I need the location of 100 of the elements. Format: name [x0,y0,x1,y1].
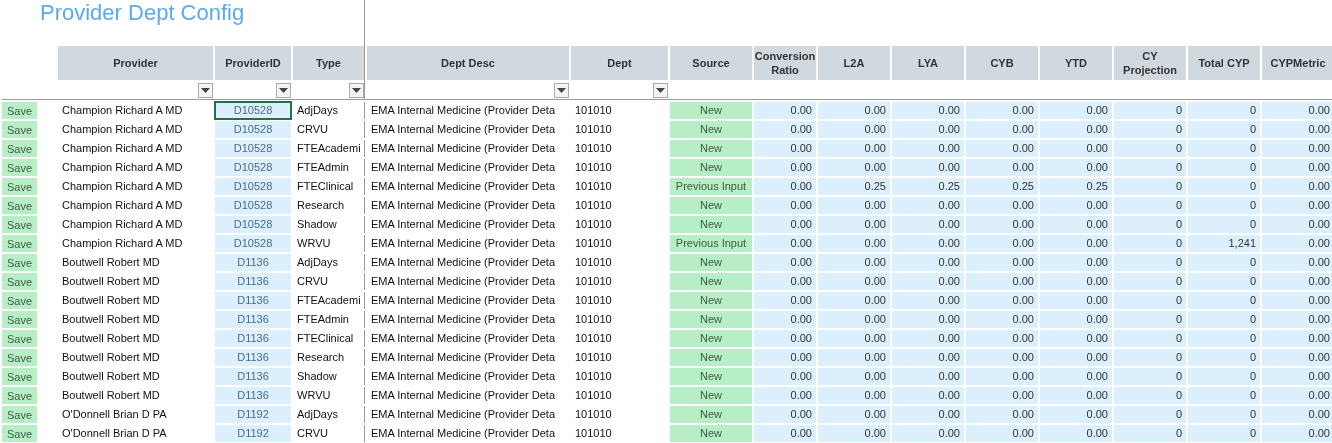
table-cell-text: EMA Internal Medicine (Provider Deta [370,312,557,327]
table-cell-text: EMA Internal Medicine (Provider Deta [370,141,557,156]
save-button[interactable]: Save [2,102,37,119]
dropdown-arrow-icon [352,88,361,93]
source-cell: New [670,368,752,385]
value-cell: 0.00 [818,216,890,233]
provider-id-cell[interactable]: D10528 [215,178,291,195]
save-button[interactable]: Save [2,273,37,290]
table-cell: WRVU [293,235,365,252]
value-cell: 0.00 [1040,349,1112,366]
save-button[interactable]: Save [2,311,37,328]
value-cell: 0 [1188,292,1260,309]
value-cell: 0 [1188,406,1260,423]
column-header: Source [670,46,752,80]
filter-dropdown-button[interactable] [349,83,364,98]
value-cell: 0.00 [818,387,890,404]
value-cell: 0 [1114,349,1186,366]
source-cell: New [670,425,752,442]
value-cell: 0.00 [818,197,890,214]
value-cell: 0.00 [818,235,890,252]
provider-id-cell[interactable]: D10528 [215,216,291,233]
column-header: Dept [571,46,668,80]
value-cell: 0.00 [966,102,1038,119]
filter-dropdown-button[interactable] [653,83,668,98]
value-cell: 0 [1188,349,1260,366]
source-cell: New [670,406,752,423]
save-button[interactable]: Save [2,197,37,214]
source-cell: New [670,197,752,214]
save-button[interactable]: Save [2,330,37,347]
table-cell-text: Boutwell Robert MD [61,293,161,308]
value-cell: 0.00 [754,121,816,138]
value-cell: 0.00 [754,273,816,290]
table-cell-text: 101010 [574,331,613,346]
value-cell: 0.00 [754,235,816,252]
table-cell-text: 101010 [574,407,613,422]
source-cell: New [670,254,752,271]
provider-id-cell[interactable]: D1192 [215,406,291,423]
value-cell: 0.00 [966,121,1038,138]
filter-dropdown-button[interactable] [554,83,569,98]
save-button[interactable]: Save [2,349,37,366]
provider-id-cell[interactable]: D10528 [215,159,291,176]
value-cell: 0.00 [754,140,816,157]
provider-id-cell[interactable]: D1136 [215,387,291,404]
save-button[interactable]: Save [2,159,37,176]
save-button[interactable]: Save [2,178,37,195]
value-cell: 0.00 [1262,178,1332,195]
value-cell: 0.25 [818,178,890,195]
save-button[interactable]: Save [2,368,37,385]
table-cell: Research [293,197,365,214]
value-cell: 0.00 [966,140,1038,157]
filter-dropdown-button[interactable] [198,83,213,98]
value-cell: 0.00 [818,311,890,328]
value-cell: 0.00 [1262,159,1332,176]
source-cell: Previous Input [670,178,752,195]
provider-id-cell[interactable]: D1136 [215,311,291,328]
value-cell: 0.00 [892,330,964,347]
provider-id-cell[interactable]: D1136 [215,254,291,271]
column-header: ProviderID [215,46,291,80]
table-cell: AdjDays [293,406,365,423]
save-button[interactable]: Save [2,140,37,157]
dropdown-arrow-icon [201,88,210,93]
value-cell: 0.00 [966,330,1038,347]
save-button[interactable]: Save [2,254,37,271]
provider-id-cell[interactable]: D1192 [215,425,291,442]
value-cell: 0.00 [892,254,964,271]
value-cell: 0.00 [818,368,890,385]
column-header: Provider [58,46,213,80]
source-cell: New [670,140,752,157]
provider-id-cell[interactable]: D1136 [215,273,291,290]
table-cell-text: 101010 [574,217,613,232]
provider-id-cell[interactable]: D10528 [215,140,291,157]
value-cell: 0 [1114,292,1186,309]
value-cell: 0.00 [892,292,964,309]
filter-dropdown-button[interactable] [276,83,291,98]
provider-id-cell[interactable]: D1136 [215,330,291,347]
save-button[interactable]: Save [2,235,37,252]
value-cell: 0.00 [1040,368,1112,385]
save-button[interactable]: Save [2,387,37,404]
value-cell: 0.00 [1040,216,1112,233]
provider-id-cell[interactable]: D1136 [215,368,291,385]
value-cell: 0.00 [892,425,964,442]
table-cell-text: Champion Richard A MD [61,103,184,118]
value-cell: 0 [1114,140,1186,157]
column-header: CYB [966,46,1038,80]
provider-id-cell[interactable]: D10528 [215,235,291,252]
provider-id-cell[interactable]: D10528 [215,197,291,214]
provider-id-cell[interactable]: D1136 [215,292,291,309]
value-cell: 0.00 [966,425,1038,442]
save-button[interactable]: Save [2,216,37,233]
save-button[interactable]: Save [2,292,37,309]
value-cell: 1,241 [1188,235,1260,252]
provider-id-cell[interactable]: D10528 [215,121,291,138]
value-cell: 0.00 [1262,330,1332,347]
save-button[interactable]: Save [2,406,37,423]
save-button[interactable]: Save [2,121,37,138]
provider-id-cell[interactable]: D1136 [215,349,291,366]
save-button[interactable]: Save [2,425,37,442]
value-cell: 0.00 [1040,292,1112,309]
table-cell: CRVU [293,121,365,138]
provider-id-cell[interactable]: D10528 [215,102,291,119]
